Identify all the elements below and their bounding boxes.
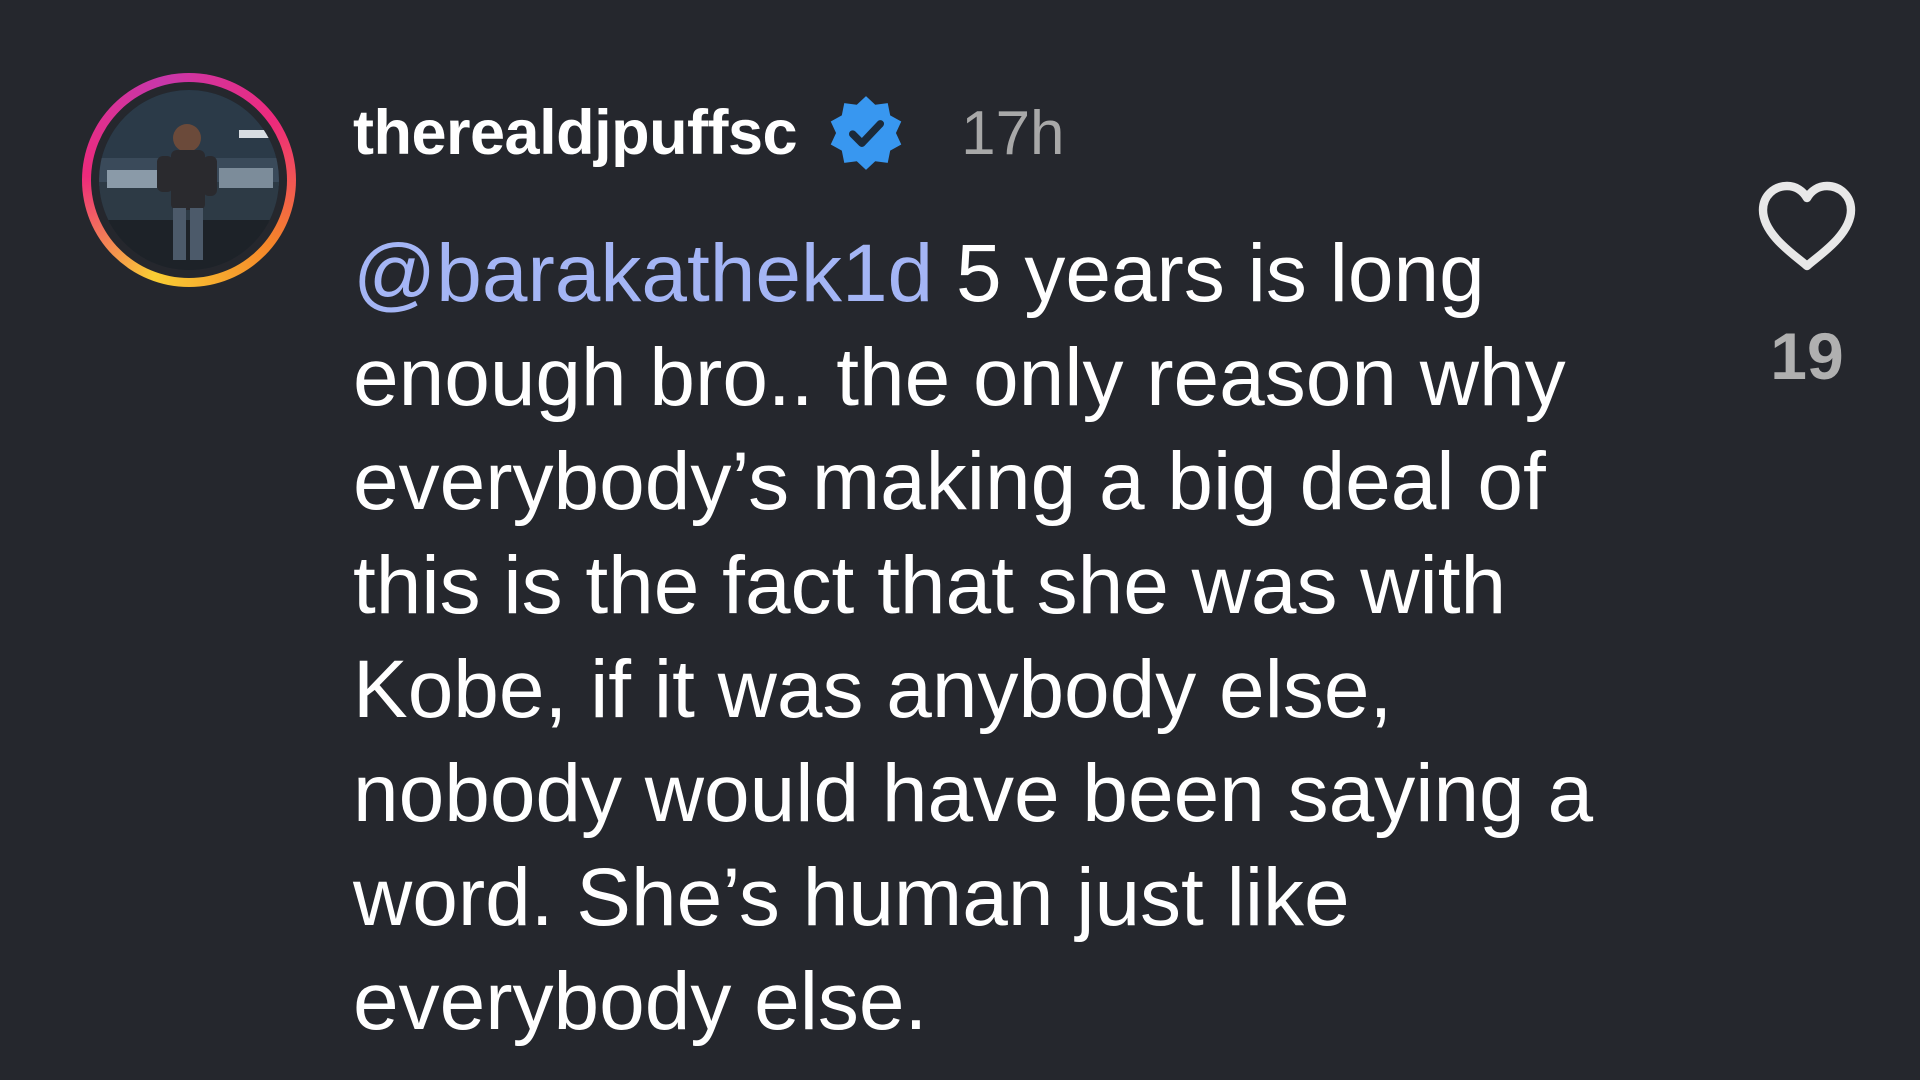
comment-timestamp: 17h bbox=[961, 98, 1065, 168]
comment-text: 5 years is long enough bro.. the only re… bbox=[353, 228, 1594, 1047]
profile-photo bbox=[99, 90, 279, 270]
comment-header: therealdjpuffsc 17h bbox=[353, 88, 1065, 178]
username-link[interactable]: therealdjpuffsc bbox=[353, 97, 798, 169]
verified-badge-icon bbox=[830, 96, 902, 170]
avatar-ring-gap bbox=[91, 82, 287, 278]
like-count: 19 bbox=[1770, 319, 1844, 393]
mention-link[interactable]: @barakathek1d bbox=[353, 228, 933, 319]
comment-screen: therealdjpuffsc 17h @barakathek1d 5 year… bbox=[0, 0, 1920, 1080]
avatar[interactable] bbox=[82, 73, 296, 287]
comment-body: @barakathek1d 5 years is long enough bro… bbox=[353, 222, 1673, 1054]
heart-outline-icon[interactable] bbox=[1755, 178, 1859, 274]
